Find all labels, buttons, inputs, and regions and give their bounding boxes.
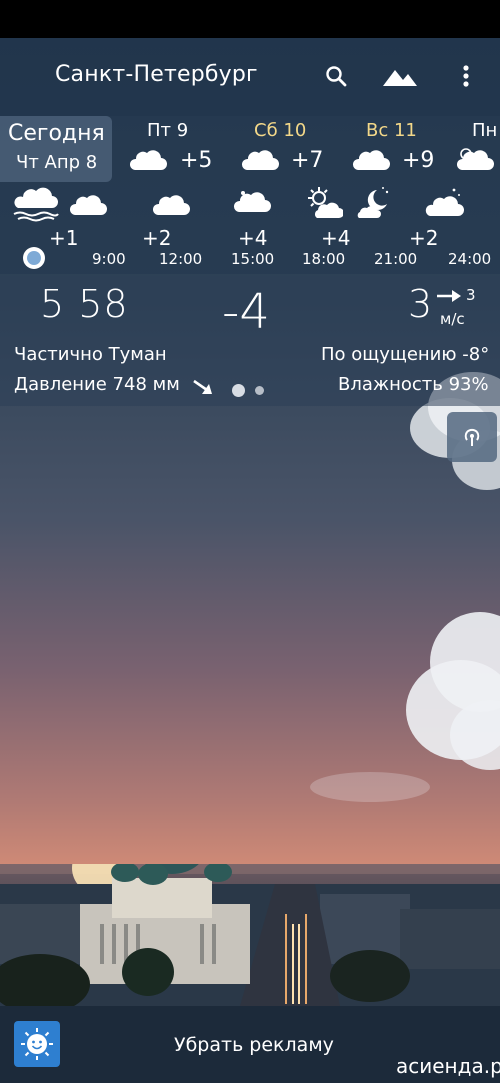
partly-sunny-icon [456, 148, 494, 170]
wind-unit: м/с [440, 310, 465, 328]
more-vert-icon[interactable] [448, 60, 484, 92]
cloud-icon [69, 195, 107, 215]
current-time: 5 58 [40, 282, 129, 326]
hourly-time: 24:00 [448, 250, 492, 268]
day-temp: +5 [180, 148, 213, 173]
hourly-time: 9:00 [92, 250, 126, 268]
wind-gust: 3 [466, 286, 476, 304]
search-icon[interactable] [318, 60, 354, 92]
today-date: Чт Апр 8 [16, 152, 98, 173]
app-icon[interactable] [14, 1021, 60, 1067]
radar-icon [464, 428, 480, 446]
watermark: асиенда.ру [396, 1054, 500, 1078]
radar-button[interactable] [447, 412, 497, 462]
hourly-time: 21:00 [374, 250, 418, 268]
landscape-icon[interactable] [380, 60, 420, 92]
hourly-temp: +1 [49, 226, 79, 250]
remove-ads-button[interactable]: Убрать рекламу [174, 1034, 334, 1056]
hourly-time: 12:00 [159, 250, 203, 268]
wind-speed: 3 [408, 282, 433, 326]
cloud-icon [233, 191, 271, 212]
hourly-temp: +4 [321, 226, 351, 250]
feels-like-text: По ощущению -8° [321, 344, 490, 365]
city-title[interactable]: Санкт-Петербург [55, 62, 258, 87]
cloud-icon [352, 150, 390, 170]
day-name: Вс 11 [366, 120, 417, 141]
condition-text: Частично Туман [14, 344, 167, 365]
hourly-time: 18:00 [302, 250, 346, 268]
hourly-temp: +2 [142, 226, 172, 250]
cloud-icon [129, 150, 167, 170]
day-temp: +7 [291, 148, 324, 173]
day-name: Сб 10 [254, 120, 307, 141]
humidity-text: Влажность 93% [338, 374, 489, 395]
wind-direction-icon [437, 290, 461, 302]
sun-cloud-icon [308, 187, 343, 218]
hourly-temp: +4 [238, 226, 268, 250]
current-hour-marker [23, 247, 45, 269]
hourly-time: 15:00 [231, 250, 275, 268]
pressure-text: Давление 748 мм [14, 374, 180, 395]
day-temp: +9 [402, 148, 435, 173]
current-temperature: -4 [222, 284, 270, 340]
smiling-sun-icon [21, 1028, 53, 1060]
hourly-temp: +2 [409, 226, 439, 250]
day-name: Пт 9 [147, 120, 189, 141]
pressure-trend-icon [193, 379, 212, 394]
fog-icon [13, 187, 59, 222]
cloud-icon [241, 150, 279, 170]
today-label: Сегодня [8, 121, 105, 146]
cloud-icon [152, 195, 190, 215]
cloud-night-icon [425, 188, 464, 216]
moon-cloud-icon [357, 187, 389, 218]
background-city-image [0, 864, 500, 1006]
status-bar [0, 0, 500, 38]
day-name: Пн [472, 120, 498, 141]
